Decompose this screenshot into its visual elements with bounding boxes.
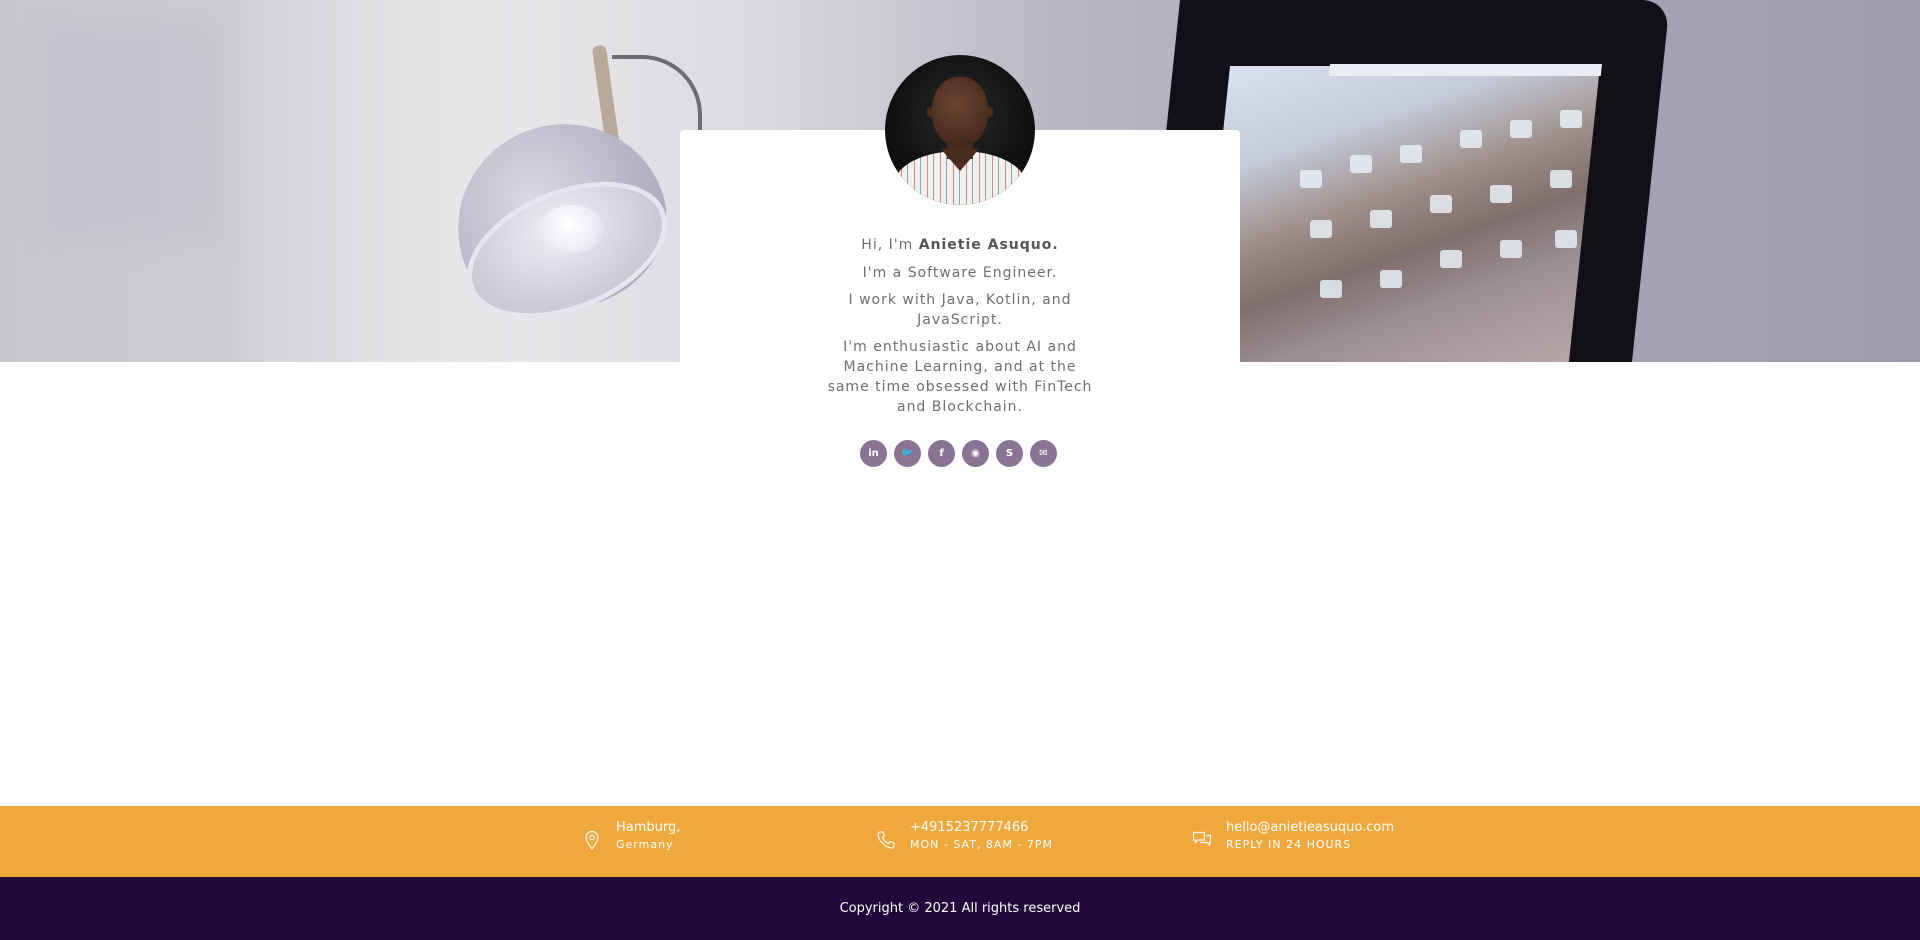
location-country: Germany: [616, 838, 674, 851]
skype-icon[interactable]: S: [996, 440, 1023, 467]
chat-bubbles-icon: [1192, 831, 1212, 847]
mail-icon[interactable]: ✉: [1030, 440, 1057, 467]
hero-wall-blur: [40, 20, 220, 240]
facebook-icon[interactable]: f: [928, 440, 955, 467]
phone-icon: [877, 831, 895, 849]
phone-hours: MON - SAT, 8AM - 7PM: [910, 838, 1054, 851]
avatar-head: [932, 77, 988, 147]
contact-bar: Hamburg, Germany +4915237777466 MON - SA…: [0, 806, 1920, 877]
email-reply-time: REPLY IN 24 HOURS: [1226, 838, 1352, 851]
email-address[interactable]: hello@anietieasuquo.com: [1226, 820, 1394, 835]
monitor-menubar: [1328, 64, 1602, 76]
role-line: I'm a Software Engineer.: [862, 265, 1058, 281]
map-pin-icon: [585, 830, 599, 850]
phone-number[interactable]: +4915237777466: [910, 820, 1028, 835]
profile-avatar: [885, 55, 1035, 205]
monitor-desktop-icons: [1290, 100, 1600, 360]
languages-line: I work with Java, Kotlin, and JavaScript…: [848, 292, 1072, 328]
lamp-bulb: [540, 205, 604, 253]
greeting-line: Hi, I'm Anietie Asuquo.: [680, 235, 1240, 255]
linkedin-icon[interactable]: in: [860, 440, 887, 467]
social-links: in 🐦 f ◉ S ✉: [860, 440, 1060, 467]
greeting-prefix: Hi, I'm: [861, 237, 914, 253]
twitter-icon[interactable]: 🐦: [894, 440, 921, 467]
footer: Copyright © 2021 All rights reserved: [0, 877, 1920, 940]
interests-line: I'm enthusiastic about AI and Machine Le…: [827, 339, 1093, 415]
profile-name: Anietie Asuquo.: [918, 237, 1059, 253]
location-city: Hamburg,: [616, 820, 681, 835]
github-icon[interactable]: ◉: [962, 440, 989, 467]
copyright-text: Copyright © 2021 All rights reserved: [839, 901, 1081, 916]
